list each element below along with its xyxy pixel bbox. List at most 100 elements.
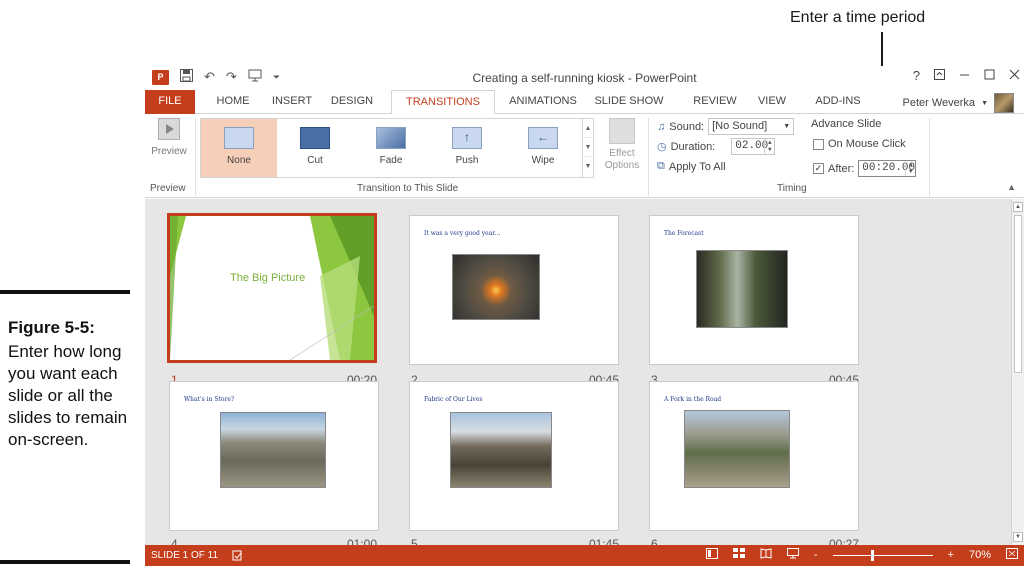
transition-fade-icon: [376, 127, 406, 149]
user-account[interactable]: Peter Weverka ▼: [902, 93, 1014, 113]
campfire-photo: [452, 254, 540, 320]
slide-title: The Forecast: [664, 230, 704, 237]
zoom-slider[interactable]: [832, 549, 933, 561]
avatar: [994, 93, 1014, 113]
tab-design[interactable]: DESIGN: [321, 90, 383, 114]
zoom-out-button[interactable]: -: [814, 549, 818, 561]
minimize-icon[interactable]: [959, 68, 970, 83]
after-row: ✓ After: 00:20.00 ▲ ▼: [813, 160, 917, 177]
slide-sorter-view-icon[interactable]: [732, 548, 745, 562]
slide-thumbnail[interactable]: It was a very good year...: [409, 215, 619, 365]
scroll-down-icon[interactable]: ▼: [1013, 532, 1023, 542]
fit-to-window-icon[interactable]: [1006, 548, 1018, 562]
slide-title: Fabric of Our Lives: [424, 396, 483, 403]
transition-wipe-icon: ←: [528, 127, 558, 149]
checkbox-unchecked-icon: [813, 138, 824, 150]
clock-icon: ◷: [657, 141, 667, 153]
figure-rule-bottom: [0, 560, 130, 564]
maximize-icon[interactable]: [984, 68, 995, 83]
callout-text: Enter a time period: [790, 9, 926, 26]
group-separator: [929, 118, 930, 196]
advance-slide-label: Advance Slide: [811, 118, 882, 130]
slide-thumbnail[interactable]: Fabric of Our Lives: [409, 381, 619, 531]
zoom-in-button[interactable]: +: [948, 549, 954, 561]
transition-none[interactable]: None: [201, 119, 277, 177]
transition-wipe[interactable]: ← Wipe: [505, 119, 581, 177]
user-name: Peter Weverka: [902, 97, 976, 109]
apply-all-button[interactable]: ⧉ Apply To All: [657, 160, 726, 173]
tab-animations[interactable]: ANIMATIONS: [501, 90, 585, 114]
preview-group-label: Preview: [150, 183, 186, 194]
slide-title: The Big Picture: [230, 272, 306, 284]
reading-view-icon[interactable]: [760, 548, 772, 562]
collapse-ribbon-icon[interactable]: ▲: [1007, 182, 1016, 192]
checkbox-checked-icon[interactable]: ✓: [813, 163, 824, 174]
title-bar: P ↶ ↷ ⏷ Creating a self-running kiosk - …: [145, 66, 1024, 90]
normal-view-icon[interactable]: [705, 548, 718, 562]
zoom-slider-knob[interactable]: [870, 549, 874, 561]
slide-counter: SLIDE 1 OF 11: [151, 550, 219, 561]
effect-options-button[interactable]: Effect Options: [603, 118, 641, 172]
tab-review[interactable]: REVIEW: [685, 90, 745, 114]
tab-add-ins[interactable]: ADD-INS: [805, 90, 871, 114]
effect-options-label: Effect Options: [604, 148, 640, 171]
figure-rule-top: [0, 290, 130, 294]
transition-none-icon: [224, 127, 254, 149]
tab-home[interactable]: HOME: [203, 90, 263, 114]
tab-view[interactable]: VIEW: [747, 90, 797, 114]
slide-thumbnail[interactable]: The Big Picture: [167, 213, 377, 363]
tab-slide-show[interactable]: SLIDE SHOW: [589, 90, 669, 114]
slide-thumbnail[interactable]: What's in Store?: [169, 381, 379, 531]
transition-gallery: None Cut Fade ↑ Push ← Wipe ▲ ▼ ▼: [200, 118, 594, 178]
effect-options-icon: [609, 118, 635, 144]
scroll-thumb[interactable]: [1014, 215, 1022, 373]
mountain-valley-photo: [220, 412, 326, 488]
tab-transitions[interactable]: TRANSITIONS: [391, 90, 495, 115]
preview-button-label: Preview: [151, 146, 187, 157]
vertical-scrollbar[interactable]: ▲ ▼: [1011, 199, 1024, 545]
transition-none-label: None: [227, 155, 251, 166]
slide-show-view-icon[interactable]: [786, 548, 799, 562]
sound-dropdown[interactable]: [No Sound] ▼: [708, 118, 795, 135]
transition-cut[interactable]: Cut: [277, 119, 353, 177]
slide-title: What's in Store?: [184, 396, 235, 403]
help-icon[interactable]: ?: [913, 68, 920, 83]
slide-sorter: The Big Picture 1 00:20 It was a very go…: [145, 199, 1011, 551]
slide-1-design: [170, 216, 374, 360]
status-left: SLIDE 1 OF 11: [151, 550, 243, 564]
spin-arrows-icon[interactable]: ▲ ▼: [764, 139, 774, 154]
close-icon[interactable]: [1009, 68, 1020, 83]
group-separator: [195, 118, 196, 196]
zoom-level[interactable]: 70%: [969, 549, 991, 561]
transition-fade[interactable]: Fade: [353, 119, 429, 177]
duration-spinner[interactable]: 02.00 ▲ ▼: [731, 138, 776, 155]
gallery-scroll-down[interactable]: ▼: [583, 138, 593, 157]
advance-slide-heading: Advance Slide: [811, 118, 881, 130]
apply-all-icon: ⧉: [657, 160, 665, 172]
slide-thumbnail[interactable]: The Forecast: [649, 215, 859, 365]
status-bar: SLIDE 1 OF 11 - + 70%: [145, 545, 1024, 566]
tab-insert[interactable]: INSERT: [263, 90, 321, 114]
gallery-scroll: ▲ ▼ ▼: [582, 119, 593, 177]
gallery-more[interactable]: ▼: [583, 157, 593, 176]
on-mouse-click-label: On Mouse Click: [828, 138, 906, 150]
slide-thumbnail[interactable]: A Fork in the Road: [649, 381, 859, 531]
after-time-input[interactable]: 00:20.00 ▲ ▼: [858, 160, 917, 177]
figure-caption: Enter how long you want each slide or al…: [8, 342, 128, 449]
preview-button[interactable]: Preview: [149, 118, 189, 157]
status-right: - + 70%: [705, 548, 1018, 562]
transition-push[interactable]: ↑ Push: [429, 119, 505, 177]
on-mouse-click-checkbox[interactable]: On Mouse Click: [813, 138, 906, 150]
figure-title: Figure 5-5:: [8, 318, 95, 337]
scroll-up-icon[interactable]: ▲: [1013, 202, 1023, 212]
transition-cut-label: Cut: [307, 155, 323, 166]
spin-arrows-icon[interactable]: ▲ ▼: [905, 161, 915, 176]
sound-label: Sound:: [669, 120, 705, 133]
spell-check-icon[interactable]: [232, 550, 243, 564]
tab-file[interactable]: FILE: [145, 90, 195, 114]
transition-push-label: Push: [455, 155, 479, 166]
ribbon-display-icon[interactable]: [934, 68, 945, 83]
sound-row: ♫ Sound: [No Sound] ▼: [657, 118, 795, 135]
group-separator: [648, 118, 649, 196]
gallery-scroll-up[interactable]: ▲: [583, 119, 593, 138]
